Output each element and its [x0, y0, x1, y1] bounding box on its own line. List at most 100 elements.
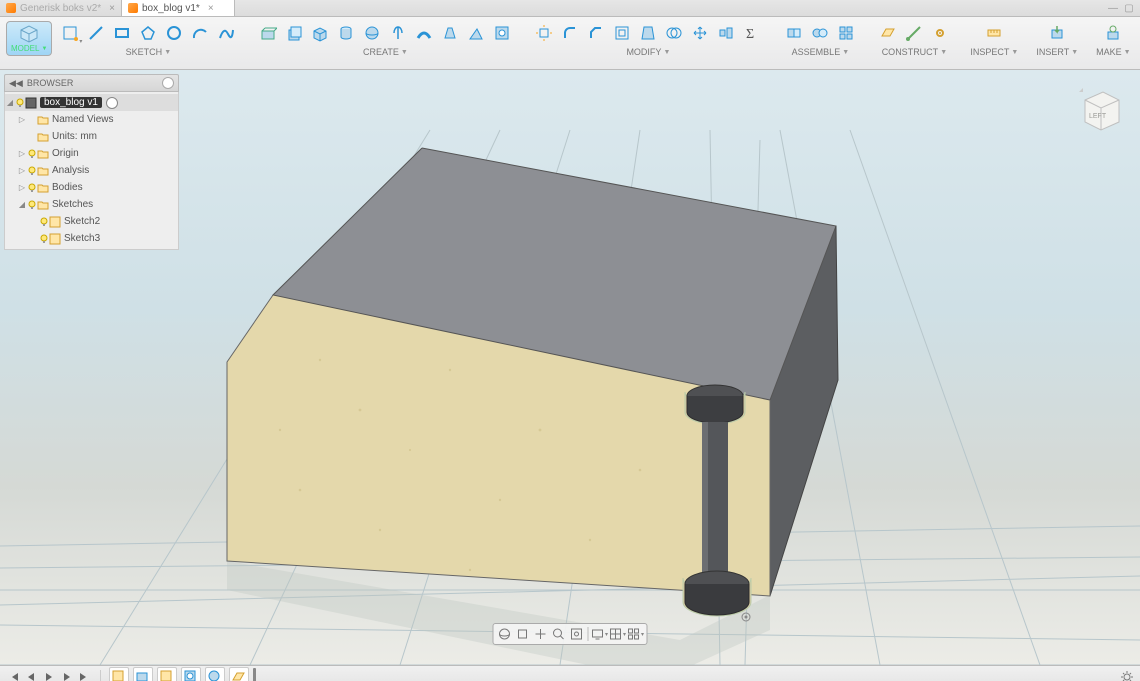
- tree-node[interactable]: Sketch2: [5, 213, 178, 230]
- tree-node[interactable]: Units: mm: [5, 128, 178, 145]
- radio-icon[interactable]: [106, 97, 118, 109]
- pan-button[interactable]: [532, 626, 550, 642]
- look-at-button[interactable]: [514, 626, 532, 642]
- box-button[interactable]: [308, 21, 332, 45]
- combine-button[interactable]: [662, 21, 686, 45]
- sweep-button[interactable]: [412, 21, 436, 45]
- draft-button[interactable]: [636, 21, 660, 45]
- press-pull-button[interactable]: [532, 21, 556, 45]
- component-icon: [25, 97, 37, 109]
- timeline-feature-hole[interactable]: [181, 667, 201, 681]
- go-end-button[interactable]: [78, 670, 92, 681]
- tab-doc-0[interactable]: Generisk boks v2* ×: [0, 0, 122, 16]
- view-cube[interactable]: LEFT: [1073, 82, 1128, 137]
- toolbar-group-inspect: INSPECT▼: [970, 21, 1018, 57]
- extrude-button[interactable]: [282, 21, 306, 45]
- visibility-bulb-icon[interactable]: [39, 234, 49, 244]
- viewports-button[interactable]: ▾: [627, 626, 645, 642]
- viewport-3d[interactable]: ◀◀ BROWSER ◢ box_blog v1 ▷ Named Views Uni…: [0, 70, 1140, 665]
- step-back-button[interactable]: [24, 670, 38, 681]
- sphere-button[interactable]: [360, 21, 384, 45]
- close-tab-icon[interactable]: ×: [109, 3, 115, 14]
- fit-button[interactable]: [568, 626, 586, 642]
- visibility-bulb-icon[interactable]: [27, 183, 37, 193]
- box-flat-button[interactable]: [256, 21, 280, 45]
- go-start-button[interactable]: [6, 670, 20, 681]
- visibility-bulb-icon[interactable]: [39, 217, 49, 227]
- expand-icon[interactable]: ▷: [17, 183, 27, 192]
- line-button[interactable]: [84, 21, 108, 45]
- visibility-bulb-icon[interactable]: [27, 166, 37, 176]
- measure-button[interactable]: [982, 21, 1006, 45]
- joint-button[interactable]: [782, 21, 806, 45]
- minimize-icon[interactable]: —: [1108, 3, 1118, 13]
- browser-title: BROWSER: [27, 78, 74, 88]
- browser-header[interactable]: ◀◀ BROWSER: [4, 74, 179, 92]
- new-sketch-button[interactable]: ▾: [58, 21, 82, 45]
- loft-button[interactable]: [438, 21, 462, 45]
- tree-node[interactable]: ◢Sketches: [5, 196, 178, 213]
- collapse-icon[interactable]: ◀◀: [9, 78, 23, 89]
- maximize-icon[interactable]: ▢: [1124, 3, 1134, 13]
- point-button[interactable]: [928, 21, 952, 45]
- timeline-feature-extrude[interactable]: [133, 667, 153, 681]
- settings-gear-icon[interactable]: [1120, 670, 1134, 681]
- circle-button[interactable]: [162, 21, 186, 45]
- plane-button[interactable]: [876, 21, 900, 45]
- polygon-button[interactable]: [136, 21, 160, 45]
- expand-icon[interactable]: ▷: [17, 166, 27, 175]
- visibility-bulb-icon[interactable]: [15, 98, 25, 108]
- fillet-button[interactable]: [558, 21, 582, 45]
- chamfer-button[interactable]: [584, 21, 608, 45]
- expand-icon[interactable]: ◢: [17, 200, 27, 209]
- expand-icon[interactable]: ▷: [17, 115, 27, 124]
- folder-icon: [37, 165, 49, 177]
- model-body[interactable]: [227, 148, 838, 665]
- revolve-button[interactable]: [386, 21, 410, 45]
- parameters-button[interactable]: Σ: [740, 21, 764, 45]
- hole-button[interactable]: [490, 21, 514, 45]
- timeline-feature-sketch[interactable]: [109, 667, 129, 681]
- cylinder-button[interactable]: [334, 21, 358, 45]
- rigid-group-button[interactable]: [834, 21, 858, 45]
- tree-node[interactable]: Sketch3: [5, 230, 178, 247]
- browser-dot-icon[interactable]: [162, 77, 174, 89]
- rib-button[interactable]: [464, 21, 488, 45]
- timeline-feature-section[interactable]: [229, 667, 249, 681]
- spline-button[interactable]: [214, 21, 238, 45]
- tree-root[interactable]: ◢ box_blog v1: [5, 94, 178, 111]
- step-forward-button[interactable]: [60, 670, 74, 681]
- expand-icon[interactable]: ◢: [5, 98, 15, 107]
- tree-node[interactable]: ▷ Named Views: [5, 111, 178, 128]
- workspace-model-button[interactable]: MODEL▼: [6, 21, 52, 56]
- timeline-marker[interactable]: [253, 668, 256, 681]
- as-built-joint-button[interactable]: [808, 21, 832, 45]
- grid-settings-button[interactable]: ▾: [609, 626, 627, 642]
- display-settings-button[interactable]: ▾: [591, 626, 609, 642]
- zoom-button[interactable]: [550, 626, 568, 642]
- close-tab-icon[interactable]: ×: [208, 3, 214, 14]
- axis-button[interactable]: [902, 21, 926, 45]
- expand-icon[interactable]: ▷: [17, 149, 27, 158]
- tree-node-label: Named Views: [52, 114, 114, 125]
- visibility-bulb-icon[interactable]: [27, 149, 37, 159]
- play-button[interactable]: [42, 670, 56, 681]
- tree-node[interactable]: ▷Origin: [5, 145, 178, 162]
- tab-doc-1[interactable]: box_blog v1* ×: [122, 0, 235, 16]
- move-button[interactable]: [688, 21, 712, 45]
- timeline-feature-sketch2[interactable]: [157, 667, 177, 681]
- insert-button[interactable]: [1045, 21, 1069, 45]
- tab-label: Generisk boks v2*: [20, 3, 101, 14]
- orbit-button[interactable]: [496, 626, 514, 642]
- rectangle-button[interactable]: [110, 21, 134, 45]
- visibility-bulb-icon[interactable]: [27, 200, 37, 210]
- make-button[interactable]: [1101, 21, 1125, 45]
- shell-button[interactable]: [610, 21, 634, 45]
- folder-icon: [37, 182, 49, 194]
- tree-node[interactable]: ▷Analysis: [5, 162, 178, 179]
- align-button[interactable]: [714, 21, 738, 45]
- fusion-icon: [128, 3, 138, 13]
- arc-button[interactable]: [188, 21, 212, 45]
- timeline-feature-appearance[interactable]: [205, 667, 225, 681]
- tree-node[interactable]: ▷Bodies: [5, 179, 178, 196]
